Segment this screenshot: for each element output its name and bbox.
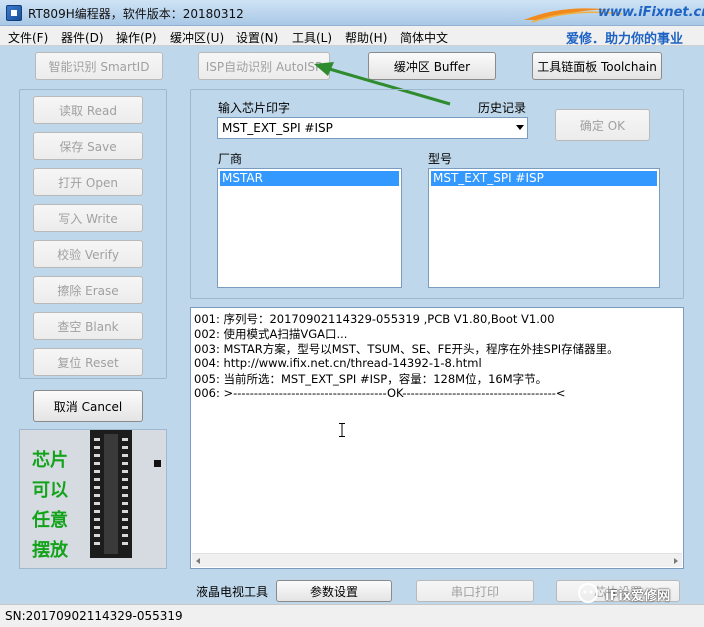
menu-operate[interactable]: 操作(P) <box>116 29 157 46</box>
erase-button[interactable]: 擦除 Erase <box>33 276 143 304</box>
chip-caption-line: 芯片 <box>32 450 68 471</box>
window-title: RT809H编程器，软件版本：20180312 <box>28 7 244 21</box>
menu-settings[interactable]: 设置(N) <box>236 29 278 46</box>
chip-input-label: 输入芯片印字 <box>218 101 291 115</box>
serial-number-status: SN:20170902114329-055319 <box>5 609 183 623</box>
menu-tools[interactable]: 工具(L) <box>292 29 332 46</box>
log-line: 003: MSTAR方案，型号以MST、TSUM、SE、FE开头，程序在外挂SP… <box>194 342 619 356</box>
log-line: 001: 序列号：20170902114329-055319 ,PCB V1.8… <box>194 312 555 326</box>
read-button[interactable]: 读取 Read <box>33 96 143 124</box>
watermark-text: iFix爱修网 <box>605 589 671 604</box>
params-button[interactable]: 参数设置 <box>276 580 392 602</box>
brand-text: www.iFixnet.cn <box>598 5 704 20</box>
model-list-item[interactable]: MST_EXT_SPI #ISP <box>431 171 657 186</box>
zif-socket-icon <box>90 430 132 558</box>
log-output[interactable]: 001: 序列号：20170902114329-055319 ,PCB V1.8… <box>190 307 684 569</box>
slogan-text: 爱修．助力你的事业 <box>566 32 684 47</box>
verify-button[interactable]: 校验 Verify <box>33 240 143 268</box>
chip-combobox[interactable]: MST_EXT_SPI #ISP <box>217 117 528 139</box>
confirm-ok-button[interactable]: 确定 OK <box>555 109 650 141</box>
model-list[interactable]: MST_EXT_SPI #ISP <box>428 168 660 288</box>
chip-placement-image: 芯片 可以 任意 摆放 <box>19 429 167 569</box>
smart-id-button[interactable]: 智能识别 SmartID <box>35 52 163 80</box>
toolchain-button[interactable]: 工具链面板 Toolchain <box>532 52 662 80</box>
cancel-button[interactable]: 取消 Cancel <box>33 390 143 422</box>
blank-button[interactable]: 查空 Blank <box>33 312 143 340</box>
vendor-list[interactable]: MSTAR <box>217 168 402 288</box>
text-cursor-icon <box>339 423 345 437</box>
chip-caption-line: 摆放 <box>32 540 68 561</box>
scroll-right-icon[interactable] <box>674 558 678 564</box>
vendor-label: 厂商 <box>218 152 243 166</box>
chip-caption-line: 可以 <box>32 480 68 501</box>
write-button[interactable]: 写入 Write <box>33 204 143 232</box>
status-bar: SN:20170902114329-055319 <box>0 604 704 627</box>
horizontal-scrollbar[interactable] <box>192 553 682 567</box>
menu-language[interactable]: 简体中文 <box>400 29 448 46</box>
history-label: 历史记录 <box>478 101 527 115</box>
chip-caption-line: 任意 <box>32 510 68 531</box>
menu-help[interactable]: 帮助(H) <box>345 29 387 46</box>
save-button[interactable]: 保存 Save <box>33 132 143 160</box>
menu-device[interactable]: 器件(D) <box>61 29 104 46</box>
tv-tools-label: 液晶电视工具 <box>196 585 269 599</box>
lever-handle-icon <box>154 460 161 467</box>
serial-print-button[interactable]: 串口打印 <box>416 580 534 602</box>
reset-button[interactable]: 复位 Reset <box>33 348 143 376</box>
vendor-list-item[interactable]: MSTAR <box>220 171 399 186</box>
app-icon <box>6 5 22 21</box>
chip-combobox-value: MST_EXT_SPI #ISP <box>222 121 333 135</box>
menu-buffer[interactable]: 缓冲区(U) <box>170 29 224 46</box>
log-line: 005: 当前所选：MST_EXT_SPI #ISP，容量：128M位，16M字… <box>194 372 548 386</box>
log-line: 004: http://www.ifix.net.cn/thread-14392… <box>194 356 482 370</box>
model-label: 型号 <box>428 152 453 166</box>
log-line: 002: 使用模式A扫描VGA口... <box>194 327 348 341</box>
scroll-left-icon[interactable] <box>196 558 200 564</box>
title-bar: RT809H编程器，软件版本：20180312 www.iFixnet.cn <box>0 0 704 26</box>
open-button[interactable]: 打开 Open <box>33 168 143 196</box>
menu-file[interactable]: 文件(F) <box>8 29 48 46</box>
dropdown-arrow-icon[interactable] <box>516 125 524 130</box>
menu-bar: 文件(F) 器件(D) 操作(P) 缓冲区(U) 设置(N) 工具(L) 帮助(… <box>0 26 704 47</box>
log-line: 006: >----------------------------------… <box>194 386 566 400</box>
